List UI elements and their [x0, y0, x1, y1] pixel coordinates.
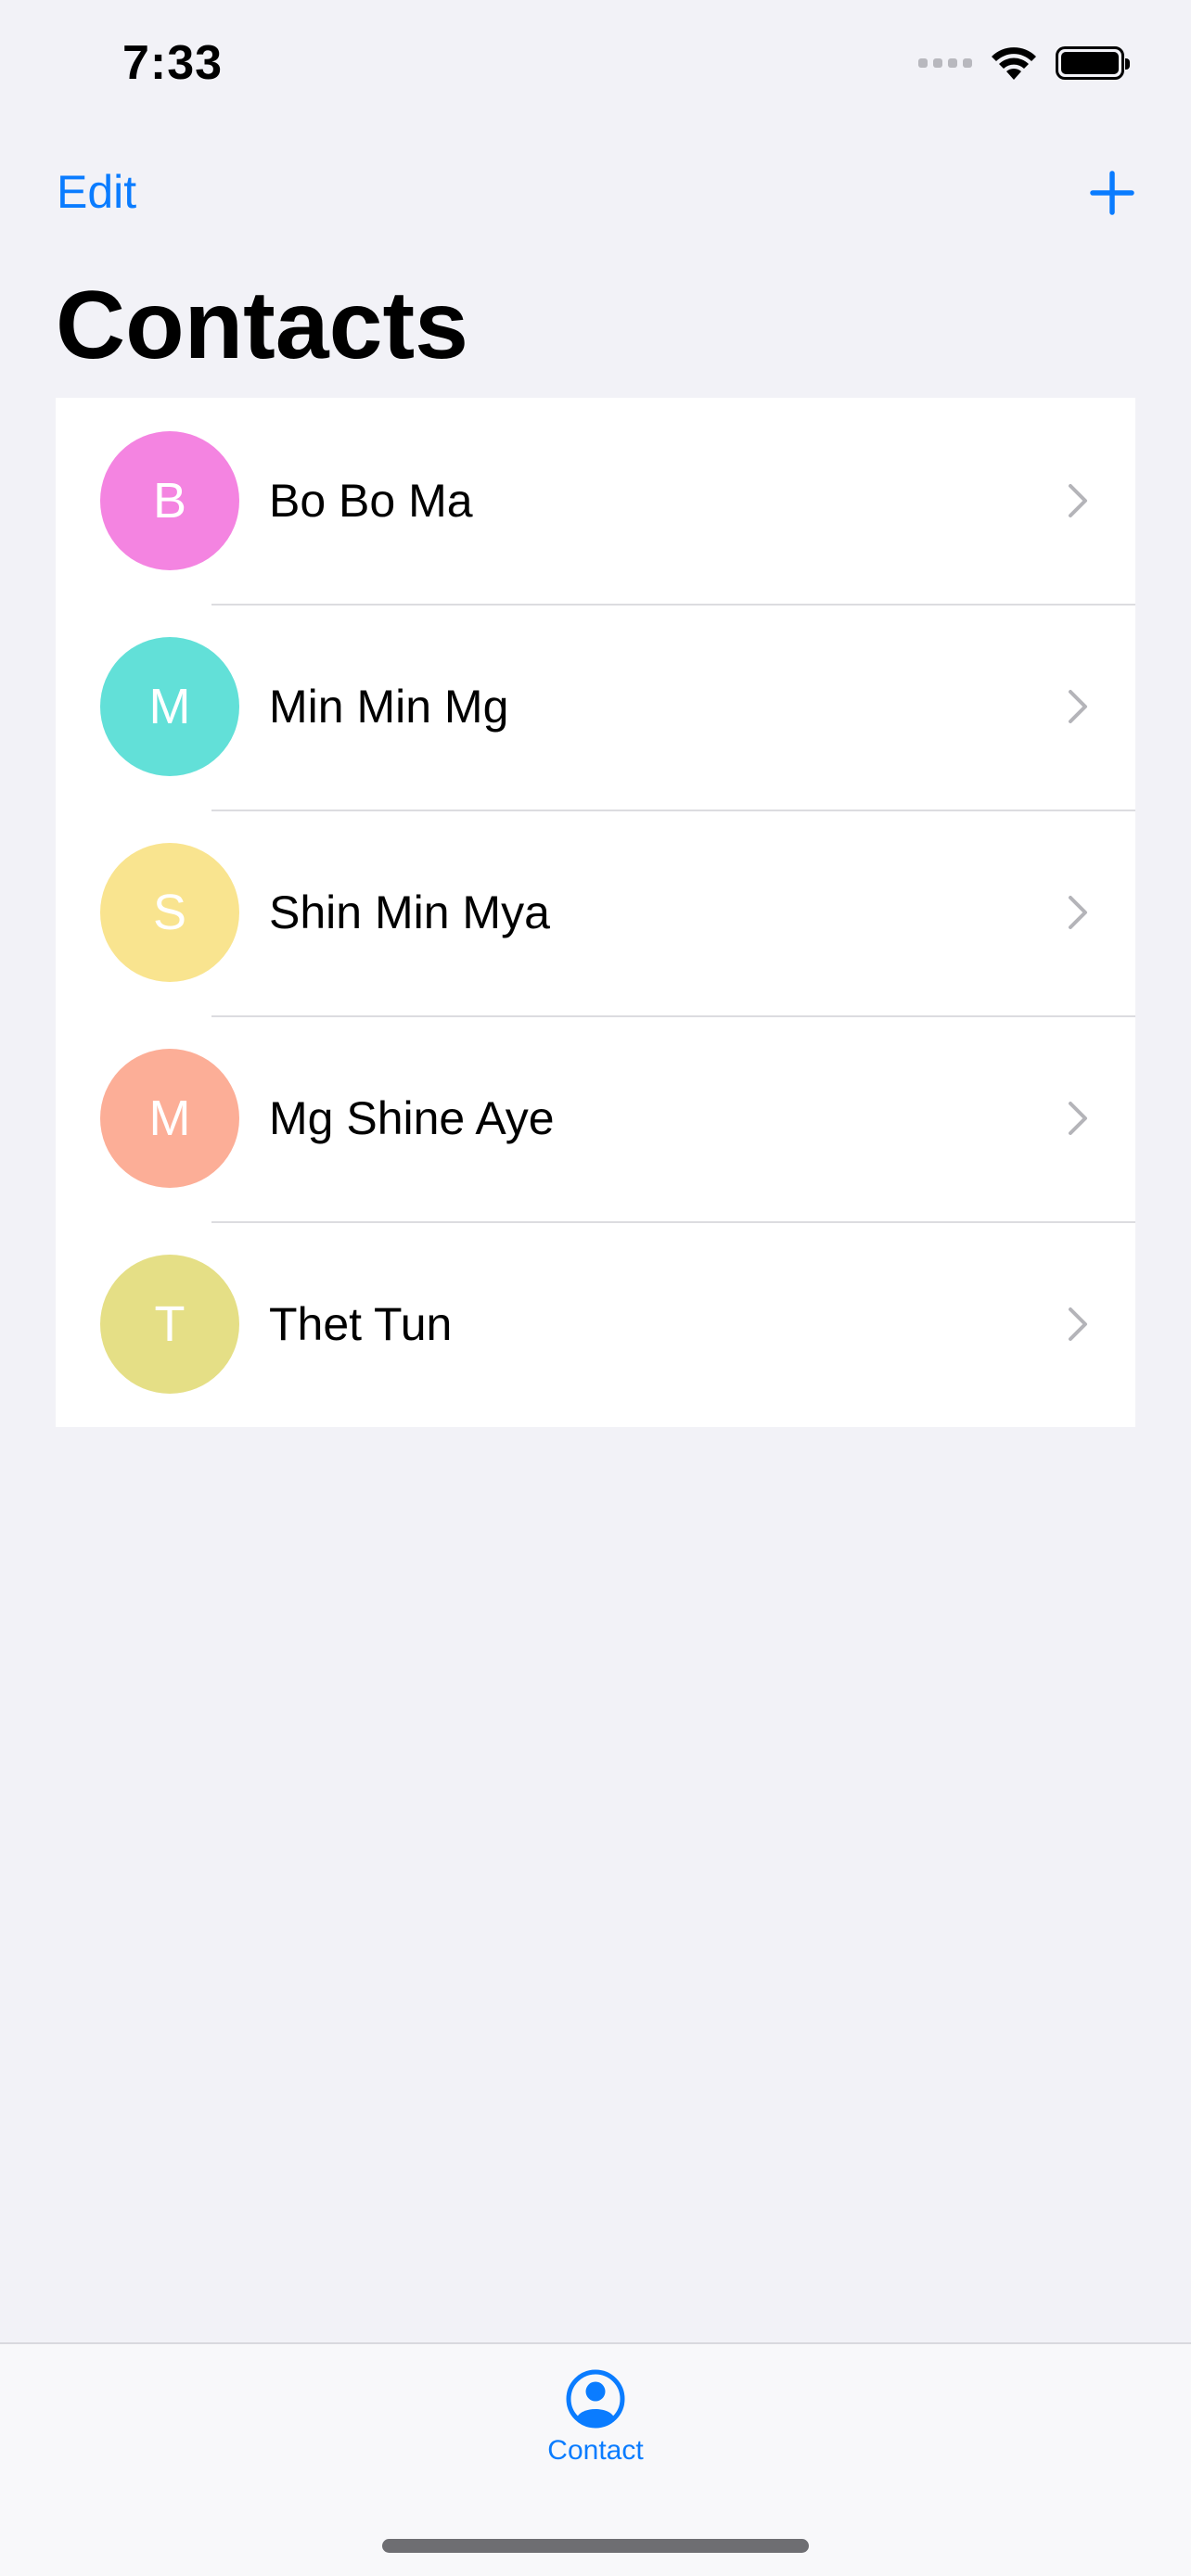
status-icons [918, 45, 1130, 82]
contact-row[interactable]: S Shin Min Mya [56, 810, 1135, 1015]
page-title: Contacts [56, 272, 468, 379]
contact-name: Shin Min Mya [269, 886, 550, 938]
contact-row[interactable]: M Min Min Mg [56, 604, 1135, 810]
avatar: T [100, 1255, 239, 1394]
battery-icon [1056, 46, 1130, 80]
avatar: B [100, 431, 239, 570]
person-circle-icon [566, 2369, 625, 2429]
edit-button[interactable]: Edit [57, 165, 136, 219]
tab-contact[interactable]: Contact [503, 2368, 688, 2467]
status-time: 7:33 [122, 36, 224, 90]
avatar: S [100, 843, 239, 982]
contact-name: Mg Shine Aye [269, 1092, 555, 1144]
signal-dots-icon [918, 58, 972, 68]
contact-name: Thet Tun [269, 1298, 453, 1350]
contact-name: Min Min Mg [269, 681, 509, 733]
avatar: M [100, 1049, 239, 1188]
chevron-right-icon [1069, 1102, 1087, 1135]
contact-row[interactable]: B Bo Bo Ma [56, 398, 1135, 604]
contact-row[interactable]: M Mg Shine Aye [56, 1015, 1135, 1221]
avatar: M [100, 637, 239, 776]
contact-list: B Bo Bo Ma M Min Min Mg S Shin Min Mya M… [56, 398, 1135, 1427]
chevron-right-icon [1069, 484, 1087, 517]
contact-row[interactable]: T Thet Tun [56, 1221, 1135, 1427]
status-bar: 7:33 [0, 0, 1191, 130]
chevron-right-icon [1069, 896, 1087, 929]
chevron-right-icon [1069, 690, 1087, 723]
contact-name: Bo Bo Ma [269, 475, 473, 527]
home-indicator[interactable] [382, 2539, 809, 2553]
chevron-right-icon [1069, 1307, 1087, 1341]
plus-icon[interactable] [1089, 170, 1135, 216]
wifi-icon [992, 47, 1036, 80]
tab-label: Contact [547, 2435, 644, 2466]
